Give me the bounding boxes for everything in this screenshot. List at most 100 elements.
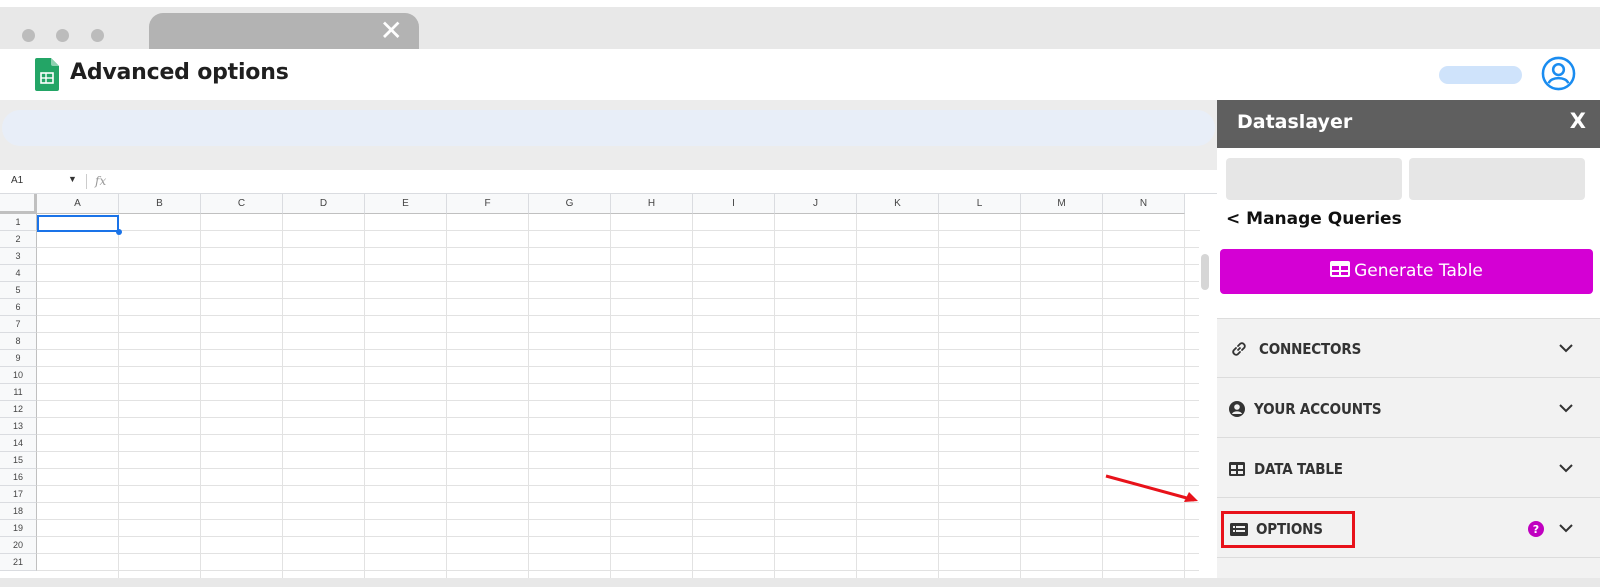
chevron-down-icon[interactable] xyxy=(1558,400,1574,416)
table-icon xyxy=(1229,462,1245,476)
formula-bar[interactable]: A1 ▼ fx xyxy=(0,170,1217,194)
scrollbar-thumb[interactable] xyxy=(1201,254,1209,290)
sheets-toolbar[interactable] xyxy=(2,110,1215,146)
grid-line xyxy=(364,214,365,578)
panel-title: Dataslayer xyxy=(1237,111,1353,133)
column-header[interactable]: A xyxy=(37,194,119,214)
name-box[interactable]: A1 xyxy=(11,175,23,186)
selected-cell[interactable] xyxy=(37,215,119,232)
accordion-your-accounts[interactable]: YOUR ACCOUNTS xyxy=(1217,379,1600,438)
column-header[interactable]: J xyxy=(775,194,857,214)
row-header[interactable]: 9 xyxy=(0,350,37,367)
row-header[interactable]: 12 xyxy=(0,401,37,418)
row-header[interactable]: 2 xyxy=(0,231,37,248)
page-title: Advanced options xyxy=(70,60,289,85)
options-highlight-box xyxy=(1221,511,1355,548)
cell-grid[interactable]: A B C D E F G H I J K L M N 1 2 3 4 5 6 7 8 9 10 11 12 13 14 15 16 17 1… xyxy=(0,194,1217,578)
generate-table-button[interactable]: Generate Table xyxy=(1220,249,1593,294)
window-close-dot[interactable] xyxy=(22,29,35,42)
user-circle-icon[interactable] xyxy=(1541,56,1576,91)
grid-line xyxy=(37,332,1200,333)
row-header[interactable]: 18 xyxy=(0,503,37,520)
link-icon xyxy=(1232,342,1246,356)
fill-handle[interactable] xyxy=(116,229,122,235)
row-header[interactable]: 3 xyxy=(0,248,37,265)
select-all-corner[interactable] xyxy=(0,194,37,214)
grid-line xyxy=(1102,214,1103,578)
column-header[interactable]: C xyxy=(201,194,283,214)
panel-header: Dataslayer X xyxy=(1217,100,1600,148)
column-header[interactable]: K xyxy=(857,194,939,214)
account-icon xyxy=(1229,401,1245,417)
row-header[interactable]: 13 xyxy=(0,418,37,435)
column-header[interactable]: N xyxy=(1103,194,1185,214)
column-header[interactable]: M xyxy=(1021,194,1103,214)
grid-line xyxy=(37,536,1200,537)
row-header[interactable]: 15 xyxy=(0,452,37,469)
column-header[interactable]: B xyxy=(119,194,201,214)
fx-icon: fx xyxy=(95,174,107,188)
accordion-data-table[interactable]: DATA TABLE xyxy=(1217,439,1600,498)
row-header[interactable]: 16 xyxy=(0,469,37,486)
column-header[interactable]: I xyxy=(693,194,775,214)
panel-tab-1[interactable] xyxy=(1226,158,1402,200)
tab-close-icon[interactable]: ✕ xyxy=(380,16,403,46)
grid-line xyxy=(200,214,201,578)
app-header: Advanced options xyxy=(0,49,1600,100)
grid-line xyxy=(37,502,1200,503)
row-header[interactable]: 4 xyxy=(0,265,37,282)
row-header[interactable]: 17 xyxy=(0,486,37,503)
share-button-placeholder[interactable] xyxy=(1439,66,1522,84)
accordion-label: YOUR ACCOUNTS xyxy=(1254,400,1382,418)
window-bottom-edge xyxy=(0,578,1600,587)
vertical-scrollbar[interactable] xyxy=(1199,244,1211,578)
row-header[interactable]: 5 xyxy=(0,282,37,299)
window-minimize-dot[interactable] xyxy=(56,29,69,42)
table-icon xyxy=(1330,261,1351,277)
column-header[interactable]: D xyxy=(283,194,365,214)
chevron-down-icon[interactable] xyxy=(1558,520,1574,536)
column-header[interactable]: H xyxy=(611,194,693,214)
browser-tab[interactable]: ✕ xyxy=(149,13,419,49)
row-header[interactable]: 7 xyxy=(0,316,37,333)
grid-line xyxy=(37,315,1200,316)
grid-line xyxy=(37,519,1200,520)
row-header[interactable]: 6 xyxy=(0,299,37,316)
row-header[interactable]: 20 xyxy=(0,537,37,554)
grid-line xyxy=(37,230,1200,231)
column-header[interactable]: L xyxy=(939,194,1021,214)
panel-tab-2[interactable] xyxy=(1409,158,1585,200)
grid-line xyxy=(37,400,1200,401)
window-zoom-dot[interactable] xyxy=(91,29,104,42)
grid-line xyxy=(37,468,1200,469)
generate-table-label: Generate Table xyxy=(1354,261,1483,281)
grid-line xyxy=(37,485,1200,486)
column-header[interactable]: E xyxy=(365,194,447,214)
manage-queries-link[interactable]: < Manage Queries xyxy=(1226,209,1402,229)
row-header[interactable]: 14 xyxy=(0,435,37,452)
grid-line xyxy=(692,214,693,578)
grid-line xyxy=(118,214,119,578)
column-header[interactable]: F xyxy=(447,194,529,214)
accordion-connectors[interactable]: CONNECTORS xyxy=(1217,319,1600,378)
row-header[interactable]: 10 xyxy=(0,367,37,384)
dataslayer-panel: Dataslayer X < Manage Queries Generate T… xyxy=(1217,100,1600,578)
chevron-down-icon[interactable] xyxy=(1558,340,1574,356)
panel-close-button[interactable]: X xyxy=(1570,109,1586,133)
grid-line xyxy=(37,264,1200,265)
help-icon[interactable]: ? xyxy=(1528,521,1544,537)
caret-down-icon[interactable]: ▼ xyxy=(68,174,77,184)
grid-line xyxy=(446,214,447,578)
row-header[interactable]: 21 xyxy=(0,554,37,571)
grid-line xyxy=(774,214,775,578)
row-header[interactable]: 1 xyxy=(0,214,37,231)
row-header[interactable]: 11 xyxy=(0,384,37,401)
accordion-label: DATA TABLE xyxy=(1254,460,1343,478)
column-header[interactable]: G xyxy=(529,194,611,214)
grid-line xyxy=(37,298,1200,299)
grid-line xyxy=(1184,214,1185,578)
row-header[interactable]: 19 xyxy=(0,520,37,537)
grid-line xyxy=(37,383,1200,384)
row-header[interactable]: 8 xyxy=(0,333,37,350)
chevron-down-icon[interactable] xyxy=(1558,460,1574,476)
